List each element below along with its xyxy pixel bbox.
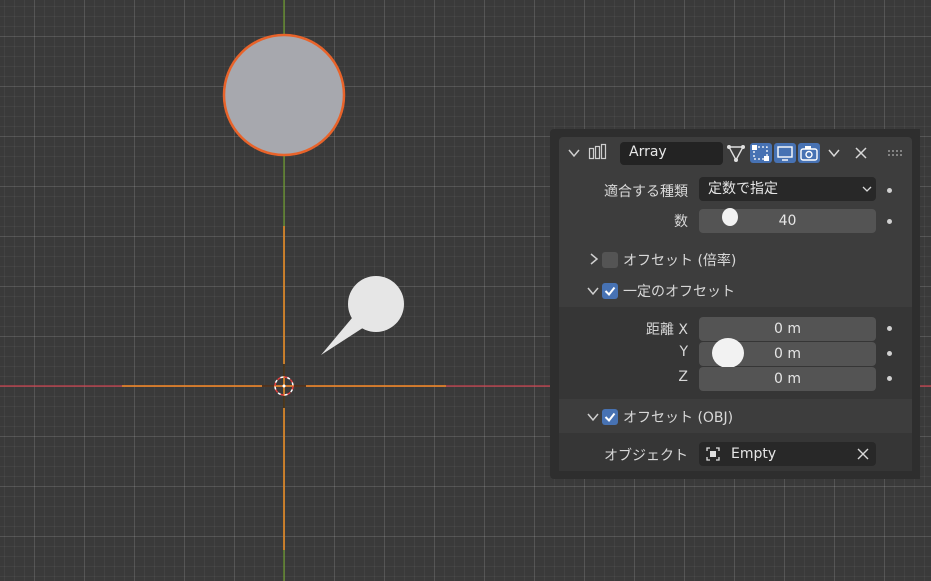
distance-z-field[interactable]: 0 m	[699, 367, 876, 391]
array-sphere-object[interactable]	[222, 33, 346, 157]
render-icon[interactable]	[798, 143, 820, 163]
clear-icon[interactable]	[857, 448, 869, 460]
distance-z-value: 0 m	[774, 371, 801, 387]
array-modifier-icon	[588, 143, 607, 160]
cage-icon[interactable]	[750, 143, 772, 163]
dropdown-icon[interactable]	[827, 146, 841, 160]
modifier-name-field[interactable]: Array	[620, 142, 723, 165]
3d-viewport[interactable]: Array 適合する種類 定数で指定 数 40 オフセット (倍率) 一定のオフ…	[0, 0, 931, 581]
distance-y-value: 0 m	[774, 346, 801, 362]
edit-mode-icon[interactable]	[725, 143, 747, 163]
chevron-down-icon[interactable]	[586, 410, 600, 424]
3d-cursor-icon[interactable]	[262, 364, 306, 408]
mouse-cursor-icon	[722, 208, 738, 226]
animate-property-dot[interactable]	[887, 351, 892, 356]
relative-offset-checkbox[interactable]	[602, 252, 618, 268]
empty-object-icon	[706, 447, 720, 461]
offset-object-field[interactable]: Empty	[699, 442, 876, 466]
distance-x-value: 0 m	[774, 321, 801, 337]
modifier-panel: Array 適合する種類 定数で指定 数 40 オフセット (倍率) 一定のオフ…	[550, 129, 920, 479]
annotation-pointer-icon	[321, 276, 404, 355]
modifier-name: Array	[629, 144, 667, 160]
realtime-display-icon[interactable]	[774, 143, 796, 163]
mouse-cursor-icon	[712, 338, 744, 368]
object-offset-label: オフセット (OBJ)	[623, 410, 734, 426]
chevron-right-icon[interactable]	[588, 252, 600, 266]
drag-handle-icon[interactable]	[887, 149, 903, 157]
close-icon[interactable]	[854, 146, 868, 160]
offset-object-label: オブジェクト	[604, 448, 688, 464]
chevron-down-icon[interactable]	[586, 284, 600, 298]
array-modifier-box: Array 適合する種類 定数で指定 数 40 オフセット (倍率) 一定のオフ…	[559, 137, 912, 471]
fit-type-label: 適合する種類	[604, 184, 688, 200]
count-label: 数	[674, 214, 688, 230]
object-offset-checkbox[interactable]	[602, 409, 618, 425]
fit-type-dropdown[interactable]: 定数で指定	[699, 177, 876, 201]
fit-type-value: 定数で指定	[708, 181, 778, 197]
distance-y-label: Y	[679, 344, 688, 360]
checkmark-icon	[604, 286, 616, 297]
animate-property-dot[interactable]	[887, 188, 892, 193]
offset-object-value: Empty	[731, 446, 777, 462]
animate-property-dot[interactable]	[887, 376, 892, 381]
constant-offset-checkbox[interactable]	[602, 283, 618, 299]
constant-offset-label: 一定のオフセット	[623, 284, 735, 300]
count-value: 40	[778, 213, 797, 229]
animate-property-dot[interactable]	[887, 326, 892, 331]
distance-z-label: Z	[678, 369, 688, 385]
checkmark-icon	[604, 412, 616, 423]
chevron-down-icon[interactable]	[567, 146, 581, 160]
distance-x-label: 距離 X	[645, 322, 688, 338]
chevron-down-icon	[862, 186, 872, 192]
relative-offset-label: オフセット (倍率)	[623, 253, 737, 269]
animate-property-dot[interactable]	[887, 219, 892, 224]
